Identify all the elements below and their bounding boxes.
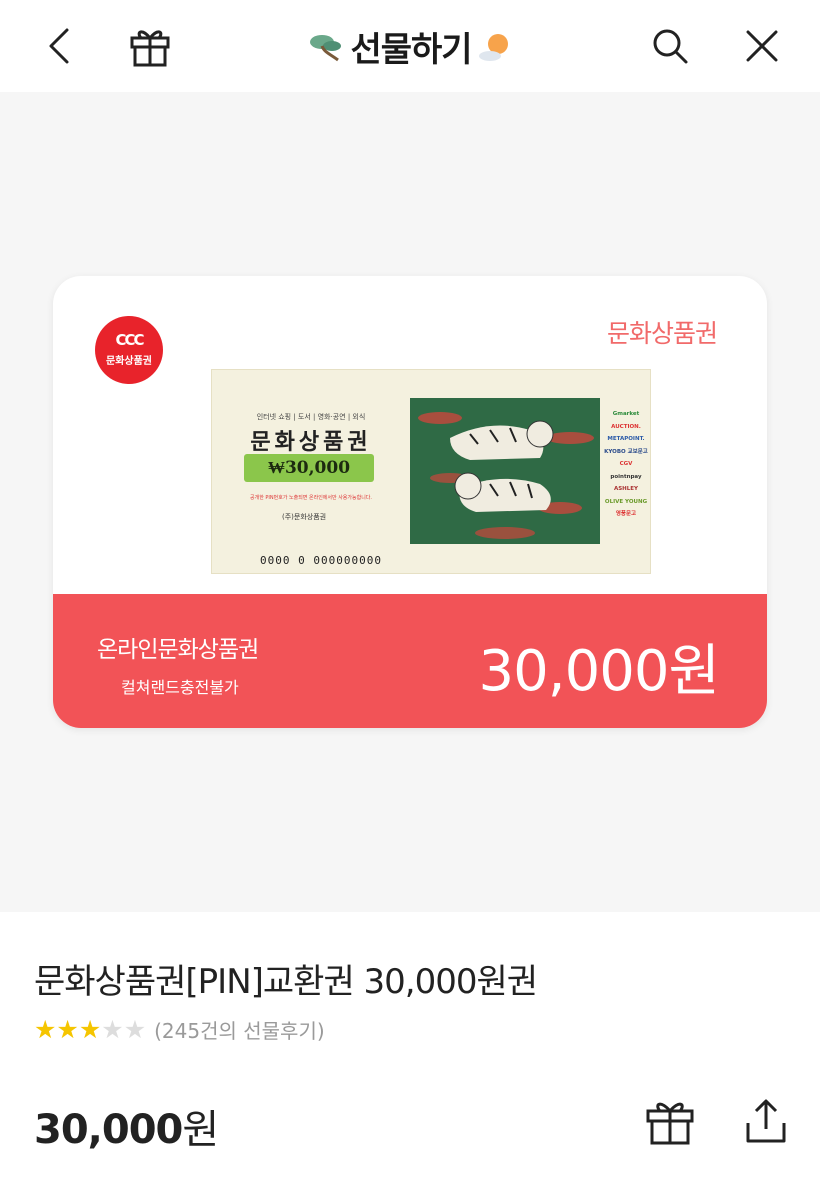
culture-gift-logo: CCC 문화상품권 <box>95 316 163 384</box>
brand-kyobo: KYOBO 교보문고 <box>604 448 648 455</box>
star-empty-icon: ★ <box>101 1014 124 1044</box>
band-notice: 컬쳐랜드충전불가 <box>121 678 239 697</box>
band-price: 30,000원 <box>478 639 720 704</box>
tiger-painting-icon <box>410 398 600 544</box>
top-bar: 선물하기 <box>0 0 820 92</box>
brand-label: 문화상품권 <box>606 319 718 348</box>
page-title: 선물하기 <box>350 30 472 70</box>
search-icon <box>653 29 688 64</box>
price-amount: 30,000 <box>34 1107 183 1153</box>
star-filled-icon: ★ <box>56 1014 79 1044</box>
gift-icon <box>646 1102 694 1145</box>
brand-gmarket: Gmarket <box>612 411 640 417</box>
voucher-amount: ₩30,000 <box>244 454 374 482</box>
star-empty-icon: ★ <box>123 1014 147 1044</box>
voucher-brand-list: Gmarket AUCTION. METAPOINT. KYOBO 교보문고 C… <box>604 408 648 521</box>
tiger-artwork <box>410 398 600 544</box>
voucher-categories: 인터넷 쇼핑 | 도서 | 영화·공연 | 외식 <box>256 413 366 421</box>
star-rating: ★ ★ ★ ★ ★ <box>34 1014 147 1044</box>
gift-card-image: CCC 문화상품권 문화상품권 인터넷 쇼핑 | 도서 | 영화·공연 | 외식… <box>53 276 767 728</box>
product-title: 문화상품권[PIN]교환권 30,000원권 <box>34 962 538 1002</box>
brand-cgv: CGV <box>619 461 633 467</box>
voucher-image: 인터넷 쇼핑 | 도서 | 영화·공연 | 외식 문화상품권 ₩30,000 공… <box>211 369 651 574</box>
search-button[interactable] <box>642 18 698 74</box>
close-button[interactable] <box>734 18 790 74</box>
price-band: 온라인문화상품권 컬쳐랜드충전불가 30,000원 <box>53 594 767 728</box>
brand-auction: AUCTION. <box>611 423 641 430</box>
send-gift-button[interactable] <box>640 1093 700 1149</box>
voucher-issuer: (주)문화상품권 <box>282 513 327 521</box>
brand-youngpoong: 영풍문고 <box>615 511 637 517</box>
brand-ashley: ASHLEY <box>613 486 639 492</box>
star-filled-icon: ★ <box>78 1014 102 1044</box>
share-button[interactable] <box>736 1093 796 1149</box>
product-price: 30,000원 <box>34 1097 219 1155</box>
brand-metapoint: METAPOINT. <box>607 436 645 442</box>
sunset-icon <box>478 33 508 61</box>
voucher-info-panel: 인터넷 쇼핑 | 도서 | 영화·공연 | 외식 문화상품권 ₩30,000 공… <box>212 370 410 573</box>
band-online-label: 온라인문화상품권 <box>97 637 259 663</box>
voucher-title: 문화상품권 <box>250 429 372 455</box>
rating-row[interactable]: ★ ★ ★ ★ ★ (245건의 선물후기) <box>34 1015 325 1044</box>
price-unit: 원 <box>182 1107 219 1153</box>
bonsai-icon <box>310 34 342 61</box>
share-icon <box>746 1099 786 1143</box>
voucher-serial: 0000 0 000000000 <box>260 554 382 567</box>
logo-mark-icon: CCC <box>115 331 144 349</box>
product-image-area: CCC 문화상품권 문화상품권 인터넷 쇼핑 | 도서 | 영화·공연 | 외식… <box>0 92 820 912</box>
review-count[interactable]: (245건의 선물후기) <box>154 1015 325 1044</box>
voucher-notice: 공개한 PIN번호가 노출되면 온라인에서만 사용가능합니다. <box>250 495 372 501</box>
brand-pointnpay: pointnpay <box>610 473 642 480</box>
close-icon <box>746 30 778 62</box>
logo-text: 문화상품권 <box>106 356 152 367</box>
brand-oliveyoung: OLIVE YOUNG <box>604 498 648 505</box>
star-filled-icon: ★ <box>34 1014 57 1044</box>
